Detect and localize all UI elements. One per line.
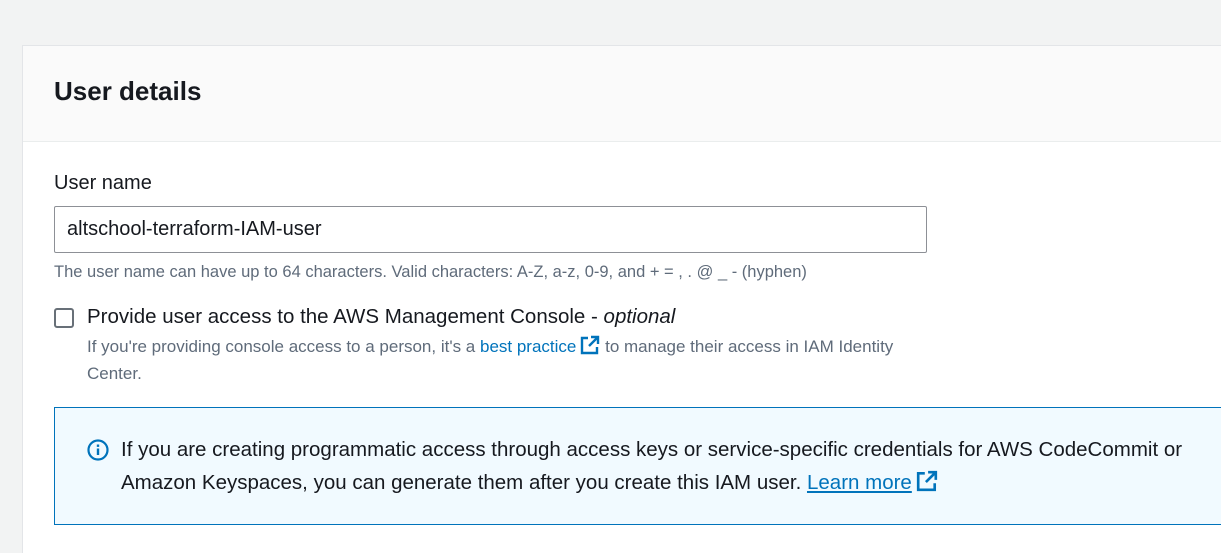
best-practice-link[interactable]: best practice	[479, 335, 600, 356]
user-name-constraint: The user name can have up to 64 characte…	[54, 263, 807, 281]
info-message-text: If you are creating programmatic access …	[121, 438, 1183, 494]
console-access-label[interactable]: Provide user access to the AWS Managemen…	[87, 304, 675, 330]
external-link-icon	[916, 469, 938, 502]
console-access-label-text: Provide user access to the AWS Managemen…	[87, 305, 604, 328]
user-name-input[interactable]	[54, 206, 927, 253]
learn-more-link-text: Learn more	[806, 471, 912, 494]
user-details-panel: User details User name The user name can…	[22, 45, 1221, 553]
optional-tag: optional	[603, 305, 676, 328]
info-message: If you are creating programmatic access …	[121, 433, 1211, 502]
user-name-label: User name	[54, 172, 152, 194]
console-access-checkbox[interactable]	[54, 308, 74, 328]
panel-title: User details	[54, 76, 202, 106]
console-access-desc-before: If you're providing console access to a …	[87, 337, 480, 356]
info-icon	[87, 439, 109, 466]
console-access-description: If you're providing console access to a …	[87, 335, 907, 385]
info-alert: If you are creating programmatic access …	[54, 407, 1221, 525]
external-link-icon	[580, 335, 600, 362]
panel-header: User details	[23, 46, 1221, 142]
learn-more-link[interactable]: Learn more	[806, 470, 938, 494]
best-practice-link-text: best practice	[479, 337, 577, 356]
